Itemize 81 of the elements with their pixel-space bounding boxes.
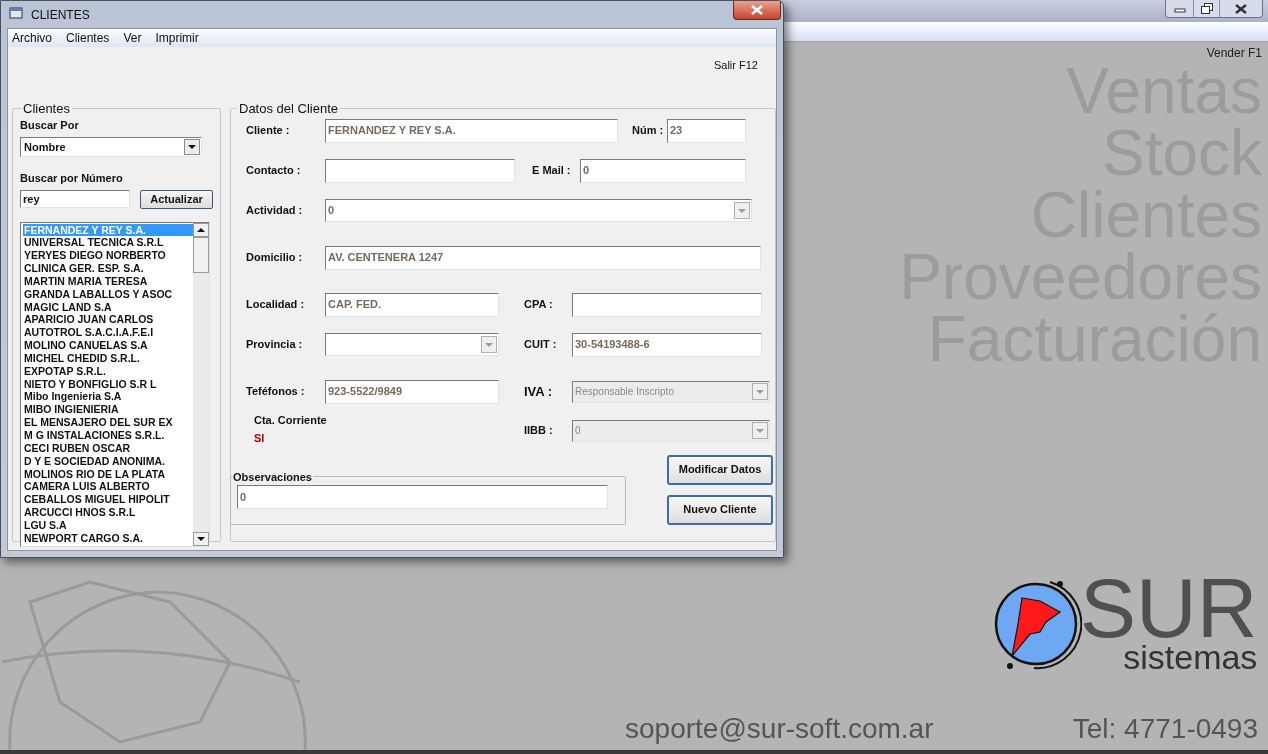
list-item[interactable]: EXPOTAP S.R.L.	[23, 364, 193, 378]
close-icon	[1235, 3, 1247, 14]
list-item[interactable]: GRANDA LABALLOS Y ASOC	[23, 287, 193, 301]
field-label: IVA :	[524, 382, 554, 401]
list-item[interactable]: M G INSTALACIONES S.R.L.	[23, 429, 193, 442]
window-title: CLIENTES	[31, 7, 90, 24]
list-item[interactable]: MOLINOS RIO DE LA PLATA	[23, 467, 193, 481]
shortcut-label[interactable]: Salir F12	[713, 57, 758, 99]
shortcut-label[interactable]: Vender F1	[1206, 44, 1262, 62]
text-field[interactable]	[325, 158, 515, 183]
search-by-dropdown[interactable]: Nombre	[20, 137, 202, 157]
list-item[interactable]: MARTIN MARIA TERESA	[23, 274, 193, 288]
list-item[interactable]: ARCUCCI HNOS S.R.L	[23, 506, 193, 519]
email-text: soporte@sur-soft.com.ar	[625, 712, 934, 746]
menu-item[interactable]: Ver	[122, 29, 143, 47]
text-field[interactable]: FERNANDEZ Y REY S.A.	[325, 118, 618, 143]
group-title: Datos del Cliente	[238, 100, 339, 118]
field-label: Actividad :	[246, 202, 304, 218]
dropdown[interactable]: 0	[325, 198, 752, 222]
field-label: Cta. Corriente	[254, 412, 328, 428]
menu-item[interactable]: Clientes	[65, 29, 111, 47]
scroll-thumb[interactable]	[193, 236, 209, 273]
close-icon	[751, 5, 763, 15]
list-item[interactable]: CAMERA LUIS ALBERTO	[23, 480, 193, 494]
text-field[interactable]: 923-5522/9849	[325, 379, 499, 404]
list-item[interactable]: MAGIC LAND S.A	[23, 300, 193, 314]
field-label: Localidad :	[246, 297, 306, 313]
list-item[interactable]: D Y E SOCIEDAD ANONIMA.	[23, 454, 193, 468]
window-icon	[9, 7, 23, 19]
list-item[interactable]: CECI RUBEN OSCAR	[23, 441, 193, 455]
notes-field[interactable]: 0	[237, 485, 608, 509]
list-item[interactable]: EL MENSAJERO DEL SUR EX	[23, 416, 193, 429]
brand-name: SUR	[1080, 574, 1258, 642]
restore-icon	[1200, 3, 1213, 14]
refresh-button[interactable]: Actualizar	[140, 189, 213, 209]
text-field[interactable]: 30-54193488-6	[572, 332, 762, 357]
scroll-down-icon[interactable]	[193, 531, 209, 546]
list-item[interactable]: AUTOTROL S.A.C.I.A.F.E.I	[23, 326, 193, 340]
text-field[interactable]: 0	[580, 158, 746, 183]
search-field[interactable]: rey	[20, 190, 130, 208]
scrollbar[interactable]	[193, 222, 209, 546]
field-label: Buscar Por	[20, 117, 80, 133]
field-label: Teféfonos :	[246, 384, 306, 400]
close-button[interactable]	[733, 1, 781, 20]
field-label: CPA :	[524, 297, 554, 313]
text-field[interactable]: AV. CENTENERA 1247	[325, 245, 761, 270]
field-label: CUIT :	[524, 337, 558, 353]
list-item[interactable]: UNIVERSAL TECNICA S.R.L	[23, 236, 193, 250]
field-label: Buscar por Número	[20, 171, 124, 186]
field-label: E Mail :	[532, 163, 572, 179]
group-title: Observaciones	[232, 469, 313, 485]
field-label: Domicilio :	[246, 250, 304, 266]
account-status: SI	[254, 431, 266, 446]
list-item[interactable]: MICHEL CHEDID S.R.L.	[23, 351, 193, 365]
list-item[interactable]: MOLINO CANUELAS S.A	[23, 339, 193, 352]
list-item[interactable]: CEBALLOS MIGUEL HIPOLIT	[23, 493, 193, 507]
list-item[interactable]: NIETO Y BONFIGLIO S.R L	[23, 377, 193, 391]
phone-text: Tel: 4771-0493	[1072, 712, 1258, 746]
list-item[interactable]: APARICIO JUAN CARLOS	[23, 313, 193, 327]
text-field[interactable]: 23	[667, 118, 746, 143]
menu-item[interactable]: Imprimir	[154, 29, 200, 47]
list-item[interactable]: NEWPORT CARGO S.A.	[23, 531, 193, 545]
field-label: IIBB :	[524, 423, 554, 439]
field-label: Provincia :	[246, 337, 304, 353]
list-item[interactable]: Mibo Ingenieria S.A	[23, 390, 193, 404]
field-label: Contacto :	[246, 163, 302, 179]
action-button[interactable]: Modificar Datos	[667, 454, 773, 485]
list-item[interactable]: MIBO INGIENIERIA	[23, 403, 193, 417]
field-label: Cliente :	[246, 123, 291, 139]
field-label: Núm :	[632, 123, 665, 139]
group-title: Clientes	[22, 100, 71, 118]
scroll-up-icon[interactable]	[193, 222, 209, 237]
action-button[interactable]: Nuevo Cliente	[667, 494, 773, 525]
text-field[interactable]	[572, 292, 762, 317]
list-item[interactable]: YERYES DIEGO NORBERTO	[23, 249, 193, 263]
list-item[interactable]: CLINICA GER. ESP. S.A.	[23, 262, 193, 275]
text-field[interactable]: CAP. FED.	[325, 292, 499, 317]
menu-item[interactable]: Archivo	[11, 29, 53, 47]
dropdown[interactable]	[325, 333, 499, 356]
list-item[interactable]: LGU S.A	[23, 518, 193, 532]
brand-tagline: sistemas	[1123, 642, 1258, 672]
